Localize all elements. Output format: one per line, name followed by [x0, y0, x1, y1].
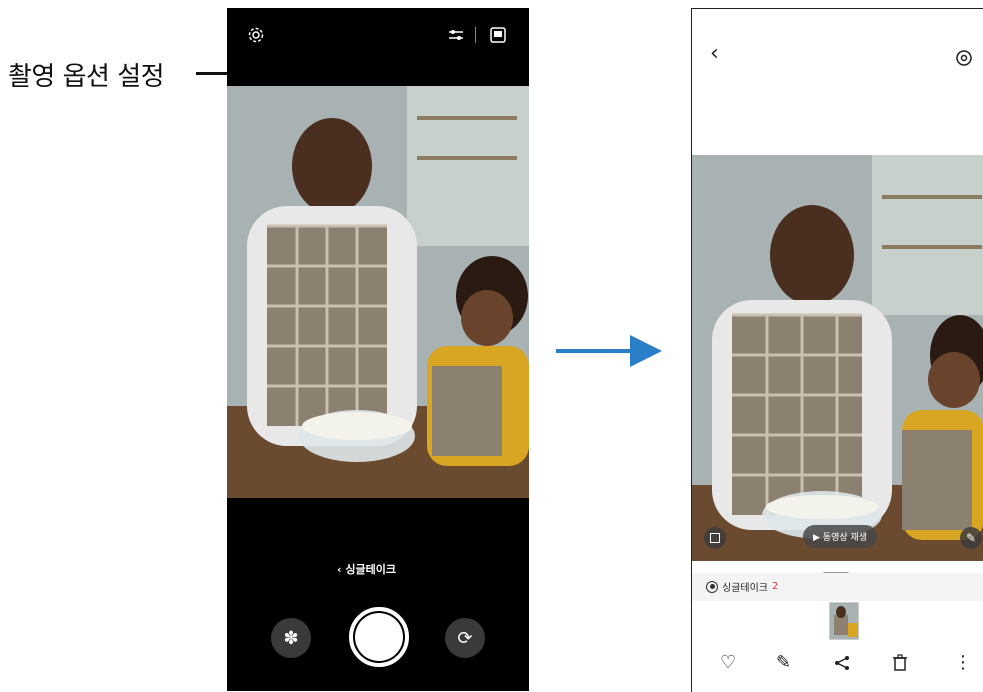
shooting-options-icon[interactable] — [447, 26, 465, 44]
edit-pencil-icon[interactable]: ✎ — [776, 652, 791, 673]
capture-icon[interactable] — [704, 527, 726, 549]
effects-button[interactable]: ✽ — [271, 618, 311, 658]
more-options-icon[interactable]: ⋮ — [954, 652, 972, 673]
switch-camera-button[interactable]: ⟳ — [445, 618, 485, 658]
play-video-button[interactable]: ▶ 동영상 재생 — [803, 525, 878, 548]
radio-icon — [706, 580, 718, 593]
gallery-screen: ‹ ▶ 동영상 재생 ✎ 싱글테이크 2 ♡ ✎ ⋮ — [691, 8, 983, 692]
toolbar-divider — [475, 27, 476, 43]
camera-preview — [227, 86, 529, 498]
transition-arrow — [556, 349, 636, 353]
kitchen-scene-image — [692, 155, 983, 561]
mode-label: 싱글테이크 — [345, 563, 396, 576]
remaster-icon[interactable] — [955, 49, 973, 67]
singletake-count: 2 — [772, 581, 779, 592]
capture-icon-frame — [710, 533, 720, 543]
gallery-photo[interactable] — [692, 155, 983, 561]
gallery-preview-icon[interactable] — [489, 26, 507, 44]
mode-selector[interactable]: ‹ 싱글테이크 — [337, 561, 396, 577]
singletake-label: 싱글테이크 — [722, 583, 768, 594]
thumbnail-image — [830, 603, 858, 639]
play-icon: ▶ — [813, 533, 823, 543]
flower-icon: ✽ — [283, 627, 299, 649]
delete-trash-icon[interactable] — [892, 654, 908, 672]
back-icon[interactable]: ‹ — [710, 41, 719, 66]
favorite-heart-icon[interactable]: ♡ — [720, 652, 736, 673]
singletake-info[interactable]: 싱글테이크 2 — [706, 579, 778, 594]
settings-gear-icon[interactable] — [247, 26, 265, 44]
camera-screen: ‹ 싱글테이크 ✽ ⟳ — [227, 8, 529, 691]
camera-top-bar — [227, 8, 529, 86]
share-icon[interactable] — [834, 655, 850, 671]
play-video-label: 동영상 재생 — [822, 533, 868, 543]
callout-label: 촬영 옵션 설정 — [8, 62, 165, 92]
transition-arrow-head — [630, 335, 662, 367]
kitchen-scene-image — [227, 86, 529, 498]
rotate-icon: ⟳ — [457, 627, 473, 649]
thumbnail[interactable] — [829, 602, 859, 640]
magic-wand-icon[interactable]: ✎ — [960, 527, 982, 549]
shutter-inner — [355, 613, 403, 661]
